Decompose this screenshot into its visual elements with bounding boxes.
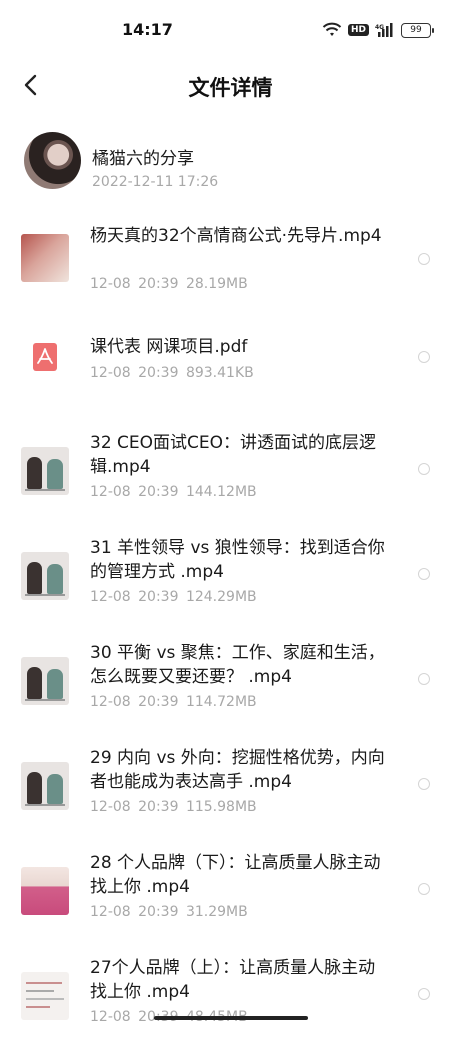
status-icons: HD 4G 99 [322, 22, 434, 38]
file-size: 28.19MB [185, 276, 248, 292]
file-meta: 12-08 20:39 115.98MB [90, 799, 257, 815]
select-radio[interactable] [418, 568, 430, 580]
file-meta: 12-08 20:39 893.41KB [90, 365, 254, 381]
file-size: 31.29MB [185, 904, 248, 920]
header: 文件详情 [0, 60, 461, 110]
video-thumbnail [21, 657, 69, 705]
pdf-icon [33, 343, 57, 371]
file-name: 30 平衡 vs 聚焦：工作、家庭和生活，怎么既要又要还要？ .mp4 [90, 643, 385, 687]
file-name: 32 CEO面试CEO：讲透面试的底层逻辑.mp4 [90, 433, 377, 477]
select-radio[interactable] [418, 253, 430, 265]
file-meta: 12-08 20:39 114.72MB [90, 694, 257, 710]
file-name: 杨天真的32个高情商公式·先导片.mp4 [90, 226, 382, 246]
file-time: 20:39 [138, 589, 179, 605]
file-date: 12-08 [90, 799, 131, 815]
signal-icon: 4G [375, 23, 393, 37]
home-indicator[interactable] [154, 1016, 308, 1020]
wifi-icon [322, 22, 342, 36]
file-size: 893.41KB [185, 365, 254, 381]
sharer-info: 橘猫六的分享 2022-12-11 17:26 [24, 132, 444, 192]
status-bar: 14:17 HD 4G 99 [0, 0, 461, 60]
file-meta: 12-08 20:39 144.12MB [90, 484, 257, 500]
file-date: 12-08 [90, 589, 131, 605]
status-time: 14:17 [122, 20, 173, 39]
file-item[interactable]: 27个人品牌（上）：让高质量人脉主动找上你 .mp4 12-08 20:39 4… [0, 945, 461, 1050]
file-list: 杨天真的32个高情商公式·先导片.mp4 12-08 20:39 28.19MB… [0, 210, 461, 1050]
select-radio[interactable] [418, 673, 430, 685]
sharer-name: 橘猫六的分享 [92, 149, 194, 169]
file-name: 31 羊性领导 vs 狼性领导：找到适合你的管理方式 .mp4 [90, 538, 385, 582]
file-meta: 12-08 20:39 124.29MB [90, 589, 257, 605]
share-timestamp: 2022-12-11 17:26 [92, 174, 219, 190]
file-item[interactable]: 31 羊性领导 vs 狼性领导：找到适合你的管理方式 .mp4 12-08 20… [0, 525, 461, 630]
file-time: 20:39 [138, 694, 179, 710]
battery-icon: 99 [401, 22, 434, 38]
avatar[interactable] [24, 132, 81, 189]
file-item[interactable]: 杨天真的32个高情商公式·先导片.mp4 12-08 20:39 28.19MB [0, 210, 461, 315]
video-thumbnail [21, 867, 69, 915]
video-thumbnail [21, 447, 69, 495]
file-time: 20:39 [138, 799, 179, 815]
file-name: 29 内向 vs 外向：挖掘性格优势，内向者也能成为表达高手 .mp4 [90, 748, 385, 792]
file-name: 28 个人品牌（下）：让高质量人脉主动找上你 .mp4 [90, 853, 381, 897]
file-size: 115.98MB [185, 799, 257, 815]
file-time: 20:39 [138, 365, 179, 381]
file-time: 20:39 [138, 276, 179, 292]
video-thumbnail [21, 762, 69, 810]
file-size: 124.29MB [185, 589, 257, 605]
file-item[interactable]: 32 CEO面试CEO：讲透面试的底层逻辑.mp4 12-08 20:39 14… [0, 420, 461, 525]
file-item[interactable]: 课代表 网课项目.pdf 12-08 20:39 893.41KB [0, 315, 461, 420]
select-radio[interactable] [418, 988, 430, 1000]
file-name: 课代表 网课项目.pdf [90, 337, 248, 357]
video-thumbnail [21, 552, 69, 600]
file-time: 20:39 [138, 484, 179, 500]
file-item[interactable]: 30 平衡 vs 聚焦：工作、家庭和生活，怎么既要又要还要？ .mp4 12-0… [0, 630, 461, 735]
page-title: 文件详情 [188, 76, 273, 100]
video-thumbnail [21, 234, 69, 282]
file-size: 114.72MB [185, 694, 257, 710]
file-date: 12-08 [90, 276, 131, 292]
select-radio[interactable] [418, 351, 430, 363]
select-radio[interactable] [418, 778, 430, 790]
select-radio[interactable] [418, 463, 430, 475]
file-date: 12-08 [90, 904, 131, 920]
file-item[interactable]: 29 内向 vs 外向：挖掘性格优势，内向者也能成为表达高手 .mp4 12-0… [0, 735, 461, 840]
file-meta: 12-08 20:39 31.29MB [90, 904, 248, 920]
file-date: 12-08 [90, 1009, 131, 1025]
file-meta: 12-08 20:39 28.19MB [90, 276, 248, 292]
file-name: 27个人品牌（上）：让高质量人脉主动找上你 .mp4 [90, 958, 376, 1002]
hd-badge: HD [347, 24, 369, 36]
file-date: 12-08 [90, 365, 131, 381]
file-item[interactable]: 28 个人品牌（下）：让高质量人脉主动找上你 .mp4 12-08 20:39 … [0, 840, 461, 945]
video-thumbnail [21, 972, 69, 1020]
select-radio[interactable] [418, 883, 430, 895]
file-date: 12-08 [90, 694, 131, 710]
file-date: 12-08 [90, 484, 131, 500]
file-size: 144.12MB [185, 484, 257, 500]
file-time: 20:39 [138, 904, 179, 920]
